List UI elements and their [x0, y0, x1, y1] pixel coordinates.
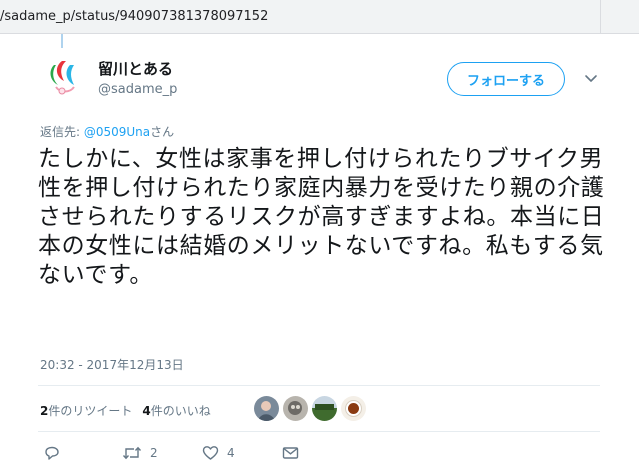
reply-to-prefix: 返信先: [40, 125, 84, 139]
reply-to-mention[interactable]: @0509Una [84, 125, 150, 139]
reply-icon [45, 446, 59, 460]
divider [38, 431, 600, 432]
liker-avatar[interactable] [283, 396, 308, 421]
author-display-name[interactable]: 留川とある [98, 58, 173, 79]
retweet-icon [122, 446, 142, 460]
retweet-stat[interactable]: 2件のリツイート [40, 404, 132, 418]
like-stat-count: 4 [142, 404, 151, 418]
like-stat-label: 件のいいね [150, 404, 211, 418]
heart-icon [202, 446, 219, 460]
liker-avatars [254, 396, 366, 422]
browser-url-bar[interactable]: /sadame_p/status/940907381378097152 [0, 0, 639, 34]
like-button[interactable]: 4 [202, 442, 235, 464]
author-handle[interactable]: @sadame_p [98, 82, 177, 97]
url-text[interactable]: /sadame_p/status/940907381378097152 [0, 9, 268, 24]
like-stat[interactable]: 4件のいいね [142, 404, 210, 418]
retweet-stat-label: 件のリツイート [48, 404, 133, 418]
liker-avatar[interactable] [341, 396, 366, 421]
tweet-actions: 2 4 [0, 442, 639, 466]
retweet-button[interactable]: 2 [122, 442, 158, 464]
avatar-image [40, 55, 88, 103]
retweet-count: 2 [150, 446, 158, 460]
url-bar-divider [600, 0, 601, 34]
divider [38, 385, 600, 386]
avatar[interactable] [40, 55, 88, 103]
reply-button[interactable] [44, 442, 68, 464]
liker-avatar[interactable] [312, 396, 337, 421]
chevron-down-icon[interactable] [583, 70, 599, 86]
liker-avatar[interactable] [254, 396, 279, 421]
envelope-icon [282, 447, 299, 459]
reply-to-suffix: さん [150, 125, 175, 139]
like-count: 4 [227, 446, 235, 460]
tweet-timestamp[interactable]: 20:32 - 2017年12月13日 [40, 356, 184, 373]
tweet-text: たしかに、女性は家事を押し付けられたりブサイク男性を押し付けられたり家庭内暴力を… [38, 146, 605, 288]
follow-button[interactable]: フォローする [447, 62, 565, 96]
reply-to-context: 返信先: @0509Unaさん [40, 123, 174, 140]
direct-message-button[interactable] [282, 442, 299, 464]
tweet-stats: 2件のリツイート 4件のいいね [40, 402, 211, 419]
tweet: 留川とある @sadame_p フォローする 返信先: @0509Unaさん た… [0, 34, 639, 474]
